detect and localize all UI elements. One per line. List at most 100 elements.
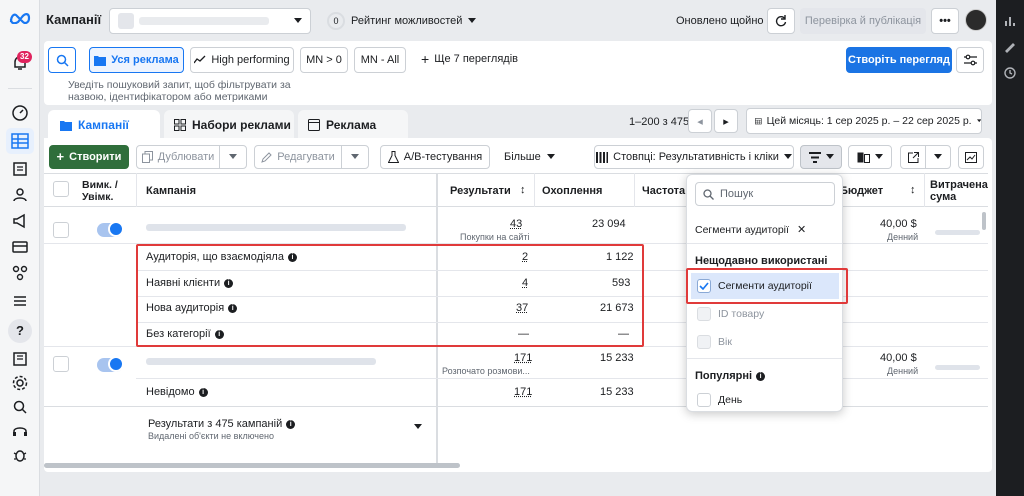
chart-bars-icon[interactable] (1003, 14, 1017, 28)
unknown-results[interactable]: 171 (514, 386, 532, 398)
checkbox-disabled-icon[interactable] (697, 335, 711, 349)
updated-status: Оновлено щойно (676, 15, 764, 27)
create-view-button[interactable]: Створіть перегляд (846, 47, 952, 73)
dashboard-icon[interactable] (11, 104, 29, 122)
col-header-budget[interactable]: Бюджет (840, 185, 883, 197)
account-selector[interactable] (109, 8, 311, 34)
col-header-spent[interactable]: Витрачена сума (930, 179, 988, 203)
megaphone-icon[interactable] (11, 212, 29, 230)
review-publish-button[interactable]: Перевірка й публікація (800, 8, 926, 34)
footer-chevron-icon[interactable] (414, 424, 422, 430)
view-mn-gt-0[interactable]: MN > 0 (300, 47, 348, 73)
campaign-name-redacted[interactable] (146, 358, 376, 365)
more-views-link[interactable]: + Ще 7 переглядів (421, 52, 518, 66)
news-icon[interactable] (11, 350, 29, 368)
charts-button[interactable] (958, 145, 984, 169)
search-input[interactable]: Уведіть пошуковий запит, щоб фільтрувати… (68, 79, 328, 103)
menu-icon[interactable] (11, 292, 29, 310)
chevron-down-icon (825, 154, 834, 159)
gear-icon[interactable] (11, 374, 29, 392)
columns-selector[interactable]: Стовпці: Результативність і кліки (594, 145, 794, 169)
sliders-icon (963, 54, 977, 66)
duplicate-button[interactable]: Дублювати (136, 145, 220, 169)
close-icon[interactable]: ✕ (797, 223, 806, 236)
duplicate-dropdown-button[interactable] (219, 145, 247, 169)
view-high-performing[interactable]: High performing (190, 47, 294, 73)
campaign-results[interactable]: 43 (510, 218, 522, 230)
chevron-down-icon (294, 18, 302, 24)
search-icon[interactable] (11, 398, 29, 416)
col-header-results[interactable]: Результати (450, 185, 511, 197)
col-header-reach[interactable]: Охоплення (542, 185, 602, 197)
unknown-reach: 15 233 (600, 386, 634, 398)
billing-card-icon[interactable] (11, 238, 29, 256)
vertical-scrollbar[interactable] (982, 212, 986, 230)
checkbox-icon[interactable] (697, 393, 711, 407)
search-toggle-button[interactable] (48, 47, 76, 73)
view-mn-all[interactable]: MN - All (354, 47, 406, 73)
next-page-button[interactable]: ▸ (714, 109, 738, 133)
more-options-button[interactable]: ••• (931, 8, 959, 34)
horizontal-scrollbar[interactable] (44, 463, 460, 468)
selected-chip[interactable]: Сегменти аудиторії ✕ (695, 223, 806, 237)
refresh-icon (775, 15, 787, 27)
chevron-down-icon (468, 18, 477, 24)
edit-button[interactable]: Редагувати (254, 145, 342, 169)
sort-icon[interactable]: ↕ (520, 184, 526, 196)
headset-icon[interactable] (11, 422, 29, 440)
recent-item-product-id[interactable]: ID товару (697, 307, 764, 321)
pages-icon[interactable] (11, 160, 29, 178)
date-range-picker[interactable]: Цей місяць: 1 сер 2025 р. – 22 сер 2025 … (746, 108, 982, 134)
audiences-icon[interactable] (11, 186, 29, 204)
checkbox-disabled-icon[interactable] (697, 307, 711, 321)
prev-page-button[interactable]: ◂ (688, 109, 712, 133)
clock-icon[interactable] (1003, 66, 1017, 80)
pagination-range: 1–200 з 475 (629, 116, 690, 128)
recent-item-age[interactable]: Вік (697, 335, 732, 349)
tab-ads[interactable]: Реклама (298, 110, 408, 140)
select-all-checkbox[interactable] (53, 181, 69, 197)
row-checkbox[interactable] (53, 222, 69, 238)
unknown-row-label: Невідомо i (146, 386, 208, 398)
view-settings-button[interactable] (956, 47, 984, 73)
export-button[interactable] (900, 145, 926, 169)
col-header-campaign[interactable]: Кампанія (146, 185, 196, 197)
popular-item-day[interactable]: День (697, 393, 742, 407)
create-button[interactable]: + Створити (49, 145, 129, 169)
edit-dropdown-button[interactable] (341, 145, 369, 169)
campaign-name-redacted[interactable] (146, 224, 406, 231)
flask-icon (387, 151, 399, 163)
left-sidebar: 32 ? (0, 0, 40, 496)
pencil-icon[interactable] (1003, 40, 1017, 54)
refresh-button[interactable] (767, 8, 795, 34)
user-avatar[interactable] (965, 9, 987, 31)
main-area: Кампанії 0 Рейтинг можливостей Оновлено … (40, 0, 996, 496)
ab-test-button[interactable]: A/B-тестування (380, 145, 490, 169)
opportunity-score[interactable]: 0 Рейтинг можливостей (327, 12, 477, 30)
more-actions-button[interactable]: Більше (504, 151, 555, 163)
campaign-results[interactable]: 171 (514, 352, 532, 364)
events-manager-icon[interactable] (11, 264, 29, 282)
bug-icon[interactable] (11, 446, 29, 464)
col-header-toggle[interactable]: Вимк. / Увімк. (82, 179, 124, 203)
campaigns-table-icon[interactable] (6, 128, 34, 154)
dropdown-search-input[interactable]: Пошук (695, 182, 835, 206)
meta-logo-icon[interactable] (9, 12, 31, 24)
export-dropdown-button[interactable] (925, 145, 951, 169)
sort-icon[interactable]: ↕ (910, 184, 916, 196)
campaign-toggle[interactable] (97, 221, 124, 237)
tab-campaigns[interactable]: Кампанії (48, 110, 160, 140)
tab-adsets[interactable]: Набори реклами (164, 110, 294, 140)
trend-icon (194, 55, 206, 64)
search-icon (56, 54, 69, 67)
help-icon[interactable]: ? (8, 319, 32, 343)
row-checkbox[interactable] (53, 356, 69, 372)
chevron-down-icon (546, 154, 555, 159)
view-all-ads[interactable]: Уся реклама (89, 47, 184, 73)
breakdown-button[interactable] (800, 145, 842, 169)
columns-icon (596, 151, 609, 163)
reports-button[interactable] (848, 145, 892, 169)
col-header-frequency[interactable]: Частота (642, 185, 685, 197)
campaign-toggle[interactable] (97, 356, 124, 372)
campaign-reach: 23 094 (592, 218, 626, 230)
